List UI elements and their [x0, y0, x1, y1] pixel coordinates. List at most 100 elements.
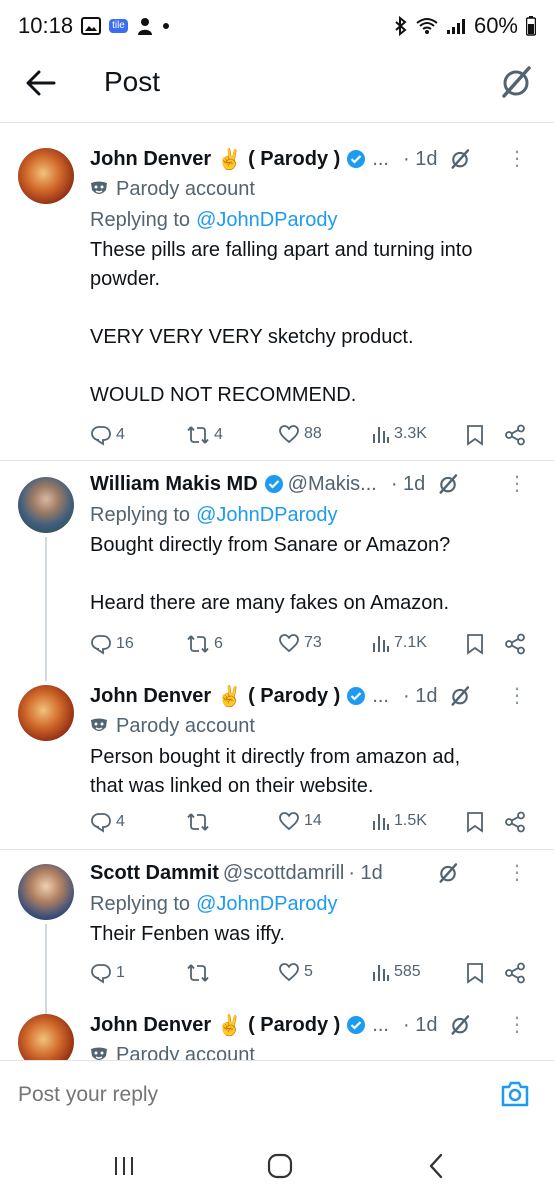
more-options-icon[interactable]: ⋮ — [507, 860, 527, 885]
grok-icon[interactable] — [437, 473, 459, 495]
post-time: · 1d — [402, 684, 438, 707]
grok-icon — [502, 66, 531, 98]
victory-emoji: ✌️ — [217, 1014, 243, 1037]
verified-badge-icon — [264, 474, 284, 494]
author-name[interactable]: Scott Dammit — [90, 862, 219, 885]
status-time: 10:18 — [18, 13, 74, 38]
grok-button[interactable] — [496, 62, 536, 102]
replying-handle-link[interactable]: @JohnDParody — [196, 893, 337, 916]
avatar[interactable] — [18, 1014, 74, 1060]
author-name[interactable]: John Denver — [90, 685, 211, 708]
bookmark-button[interactable] — [466, 633, 484, 655]
avatar[interactable] — [18, 148, 74, 204]
share-button[interactable] — [504, 633, 526, 655]
camera-button[interactable] — [498, 1077, 532, 1111]
action-bar: 16 6 73 7.1K — [90, 629, 540, 659]
views-icon — [373, 636, 389, 652]
reply-button[interactable]: 4 — [90, 424, 125, 446]
post-item[interactable]: John Denver ✌️ ( Parody ) ... · 1d ⋮ Par… — [0, 1000, 554, 1060]
replying-to: Replying to @JohnDParody — [90, 204, 538, 236]
bookmark-button[interactable] — [466, 962, 484, 984]
reply-count: 4 — [116, 426, 125, 443]
action-bar: 1 5 585 — [90, 958, 540, 988]
replying-handle-link[interactable]: @JohnDParody — [196, 209, 337, 232]
system-nav-bar — [0, 1132, 554, 1200]
page-title: Post — [104, 66, 161, 97]
views-button[interactable]: 585 — [372, 962, 421, 982]
mask-icon — [90, 180, 108, 198]
share-icon — [505, 424, 525, 446]
like-button[interactable]: 73 — [278, 633, 322, 653]
share-button[interactable] — [504, 811, 526, 833]
reply-button[interactable]: 1 — [90, 962, 125, 984]
bookmark-button[interactable] — [466, 811, 484, 833]
recent-apps-button[interactable] — [104, 1150, 144, 1182]
grok-icon[interactable] — [437, 862, 459, 884]
views-button[interactable]: 1.5K — [372, 811, 427, 831]
post-header: Scott Dammit @scottdamrill · 1d — [90, 858, 538, 888]
post-item[interactable]: John Denver ✌️ ( Parody ) ... · 1d ⋮ Par… — [0, 124, 554, 460]
more-options-icon[interactable]: ⋮ — [507, 471, 527, 496]
avatar[interactable] — [18, 477, 74, 533]
views-count: 7.1K — [394, 634, 427, 651]
reply-input[interactable] — [18, 1083, 438, 1107]
share-button[interactable] — [504, 962, 526, 984]
recent-apps-icon — [115, 1157, 133, 1175]
verified-badge-icon — [346, 1015, 366, 1035]
post-item[interactable]: John Denver ✌️ ( Parody ) ... · 1d ⋮ Par… — [0, 671, 554, 851]
bluetooth-icon — [394, 16, 408, 36]
views-icon — [373, 965, 389, 981]
author-name[interactable]: William Makis MD — [90, 473, 258, 496]
share-button[interactable] — [504, 424, 526, 446]
more-options-icon[interactable]: ⋮ — [507, 1012, 527, 1037]
views-button[interactable]: 7.1K — [372, 633, 427, 653]
share-icon — [505, 962, 525, 984]
home-icon — [267, 1153, 293, 1179]
like-button[interactable]: 5 — [278, 962, 313, 982]
like-count: 14 — [304, 812, 322, 829]
dot-icon — [162, 22, 170, 30]
bookmark-icon — [467, 963, 483, 984]
views-icon — [373, 814, 389, 830]
heart-icon — [279, 812, 299, 831]
more-options-icon[interactable]: ⋮ — [507, 683, 527, 708]
post-time: · 1d — [348, 861, 383, 884]
repost-button[interactable]: 4 — [186, 424, 223, 446]
author-handle: ... — [372, 1013, 389, 1036]
post-item[interactable]: William Makis MD @Makis... · 1d ⋮ Replyi… — [0, 461, 554, 681]
bookmark-icon — [467, 425, 483, 446]
battery-percent: 60% — [473, 13, 518, 38]
replying-label: Replying to — [90, 503, 191, 526]
reply-button[interactable]: 4 — [90, 811, 125, 833]
views-button[interactable]: 3.3K — [372, 424, 427, 444]
repost-count: 6 — [214, 635, 223, 652]
back-nav-button[interactable] — [416, 1150, 456, 1182]
mask-icon — [90, 1046, 108, 1060]
repost-button[interactable]: 6 — [186, 633, 223, 655]
grok-icon[interactable] — [449, 148, 471, 170]
repost-button[interactable] — [186, 811, 214, 833]
parody-text: Parody account — [116, 177, 255, 200]
post-text-line: Person bought it directly from amazon ad… — [90, 746, 461, 768]
status-bar: 10:18 tile 60% — [0, 0, 554, 52]
home-button[interactable] — [260, 1150, 300, 1182]
author-name[interactable]: John Denver — [90, 1014, 211, 1037]
grok-icon[interactable] — [449, 1014, 471, 1036]
author-name[interactable]: John Denver — [90, 148, 211, 171]
like-button[interactable]: 14 — [278, 811, 322, 831]
post-item[interactable]: Scott Dammit @scottdamrill · 1d ⋮ Replyi… — [0, 850, 554, 1018]
bookmark-button[interactable] — [466, 424, 484, 446]
like-count: 73 — [304, 634, 322, 651]
avatar[interactable] — [18, 864, 74, 920]
replying-handle-link[interactable]: @JohnDParody — [196, 504, 337, 527]
repost-button[interactable] — [186, 962, 214, 984]
back-button[interactable] — [24, 66, 58, 100]
grok-icon[interactable] — [449, 685, 471, 707]
replying-label: Replying to — [90, 892, 191, 915]
reply-button[interactable]: 16 — [90, 633, 134, 655]
views-count: 1.5K — [394, 812, 427, 829]
like-button[interactable]: 88 — [278, 424, 322, 444]
more-options-icon[interactable]: ⋮ — [507, 146, 527, 171]
avatar[interactable] — [18, 685, 74, 741]
parody-text: Parody account — [116, 1043, 255, 1061]
